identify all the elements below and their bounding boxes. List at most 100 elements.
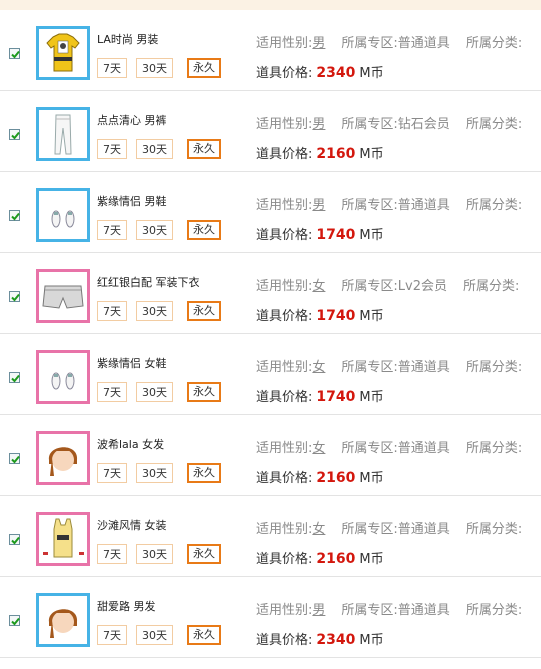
item-meta: 适用性别:女 所属专区:普通道具 所属分类:: [256, 437, 522, 456]
price-value: 2160: [316, 470, 356, 486]
gender-value: 女: [312, 441, 326, 456]
category-label: 所属分类:: [465, 198, 523, 213]
list-item: 紫缘情侣 男鞋 7天 30天 永久 适用性别:男 所属专区:普通道具 所属分类: 道…: [0, 172, 541, 253]
item-thumbnail[interactable]: [36, 350, 90, 404]
item-thumbnail[interactable]: [36, 107, 90, 161]
select-checkbox[interactable]: [9, 534, 20, 545]
duration-7d-button[interactable]: 7天: [97, 544, 127, 564]
item-thumbnail[interactable]: [36, 269, 90, 323]
duration-30d-button[interactable]: 30天: [136, 625, 173, 645]
zone-label: 所属专区:: [341, 360, 398, 375]
gender-label: 适用性别:: [256, 36, 313, 51]
item-name: 点点清心 男裤: [97, 114, 167, 127]
select-checkbox[interactable]: [9, 129, 20, 140]
duration-permanent-button[interactable]: 永久: [187, 463, 221, 483]
check-icon: [11, 293, 20, 302]
duration-30d-button[interactable]: 30天: [136, 301, 173, 321]
select-checkbox[interactable]: [9, 48, 20, 59]
duration-7d-button[interactable]: 7天: [97, 220, 127, 240]
price-value: 2340: [316, 65, 356, 81]
duration-30d-button[interactable]: 30天: [136, 382, 173, 402]
duration-30d-button[interactable]: 30天: [136, 139, 173, 159]
zone-label: 所属专区:: [341, 117, 398, 132]
select-checkbox[interactable]: [9, 210, 20, 221]
zone-label: 所属专区:: [341, 36, 398, 51]
item-thumbnail[interactable]: [36, 431, 90, 485]
duration-7d-button[interactable]: 7天: [97, 382, 127, 402]
price-value: 1740: [316, 227, 356, 243]
top-strip: [0, 0, 541, 10]
item-name: 甜爱路 男发: [97, 600, 156, 613]
check-icon: [11, 374, 20, 383]
gender-label: 适用性别:: [256, 441, 313, 456]
item-list: LA时尚 男装 7天 30天 永久 适用性别:男 所属专区:普通道具 所属分类: 道…: [0, 10, 541, 658]
currency-label: M币: [359, 228, 384, 243]
zone-value: 普通道具: [397, 360, 450, 375]
item-thumbnail[interactable]: [36, 188, 90, 242]
price-label: 道具价格:: [256, 147, 313, 162]
price-label: 道具价格:: [256, 309, 313, 324]
check-icon: [11, 212, 20, 221]
item-price: 道具价格: 1740 M币: [256, 305, 384, 324]
zone-label: 所属专区:: [341, 441, 398, 456]
duration-permanent-button[interactable]: 永久: [187, 544, 221, 564]
list-item: 波希lala 女发 7天 30天 永久 适用性别:女 所属专区:普通道具 所属分类:…: [0, 415, 541, 496]
item-meta: 适用性别:男 所属专区:普通道具 所属分类:: [256, 599, 522, 618]
price-value: 2160: [316, 146, 356, 162]
duration-30d-button[interactable]: 30天: [136, 58, 173, 78]
item-thumbnail[interactable]: [36, 26, 90, 80]
duration-7d-button[interactable]: 7天: [97, 58, 127, 78]
price-label: 道具价格:: [256, 552, 313, 567]
price-label: 道具价格:: [256, 228, 313, 243]
duration-30d-button[interactable]: 30天: [136, 463, 173, 483]
duration-permanent-button[interactable]: 永久: [187, 58, 221, 78]
zone-value: Lv2会员: [397, 279, 448, 294]
duration-permanent-button[interactable]: 永久: [187, 625, 221, 645]
gender-value: 男: [312, 198, 326, 213]
duration-7d-button[interactable]: 7天: [97, 301, 127, 321]
item-meta: 适用性别:男 所属专区:钻石会员 所属分类:: [256, 113, 522, 132]
duration-30d-button[interactable]: 30天: [136, 220, 173, 240]
shoes-icon: [51, 372, 75, 390]
category-label: 所属分类:: [465, 117, 523, 132]
duration-7d-button[interactable]: 7天: [97, 463, 127, 483]
duration-permanent-button[interactable]: 永久: [187, 220, 221, 240]
category-label: 所属分类:: [465, 603, 523, 618]
select-checkbox[interactable]: [9, 291, 20, 302]
item-price: 道具价格: 1740 M币: [256, 224, 384, 243]
zone-label: 所属专区:: [341, 603, 398, 618]
item-price: 道具价格: 2160 M币: [256, 548, 384, 567]
list-item: 沙滩风情 女装 7天 30天 永久 适用性别:女 所属专区:普通道具 所属分类: 道…: [0, 496, 541, 577]
zone-value: 普通道具: [397, 441, 450, 456]
duration-permanent-button[interactable]: 永久: [187, 382, 221, 402]
duration-7d-button[interactable]: 7天: [97, 625, 127, 645]
zone-label: 所属专区:: [341, 522, 398, 537]
duration-7d-button[interactable]: 7天: [97, 139, 127, 159]
category-label: 所属分类:: [465, 441, 523, 456]
select-checkbox[interactable]: [9, 453, 20, 464]
category-label: 所属分类:: [465, 360, 523, 375]
currency-label: M币: [359, 390, 384, 405]
zone-label: 所属专区:: [341, 198, 398, 213]
select-checkbox[interactable]: [9, 372, 20, 383]
item-thumbnail[interactable]: [36, 512, 90, 566]
gender-label: 适用性别:: [256, 117, 313, 132]
item-name: 紫缘情侣 女鞋: [97, 357, 167, 370]
duration-30d-button[interactable]: 30天: [136, 544, 173, 564]
price-value: 1740: [316, 308, 356, 324]
hair-icon: [48, 447, 78, 476]
duration-permanent-button[interactable]: 永久: [187, 139, 221, 159]
tanktop-icon: [43, 518, 84, 558]
shorts-icon: [42, 285, 84, 309]
item-price: 道具价格: 2340 M币: [256, 629, 384, 648]
tshirt-icon: [46, 33, 80, 72]
duration-permanent-button[interactable]: 永久: [187, 301, 221, 321]
check-icon: [11, 536, 20, 545]
list-item: 点点清心 男裤 7天 30天 永久 适用性别:男 所属专区:钻石会员 所属分类: 道…: [0, 91, 541, 172]
price-label: 道具价格:: [256, 66, 313, 81]
select-checkbox[interactable]: [9, 615, 20, 626]
category-label: 所属分类:: [463, 279, 520, 294]
gender-label: 适用性别:: [256, 198, 313, 213]
item-thumbnail[interactable]: [36, 593, 90, 647]
check-icon: [11, 131, 20, 140]
